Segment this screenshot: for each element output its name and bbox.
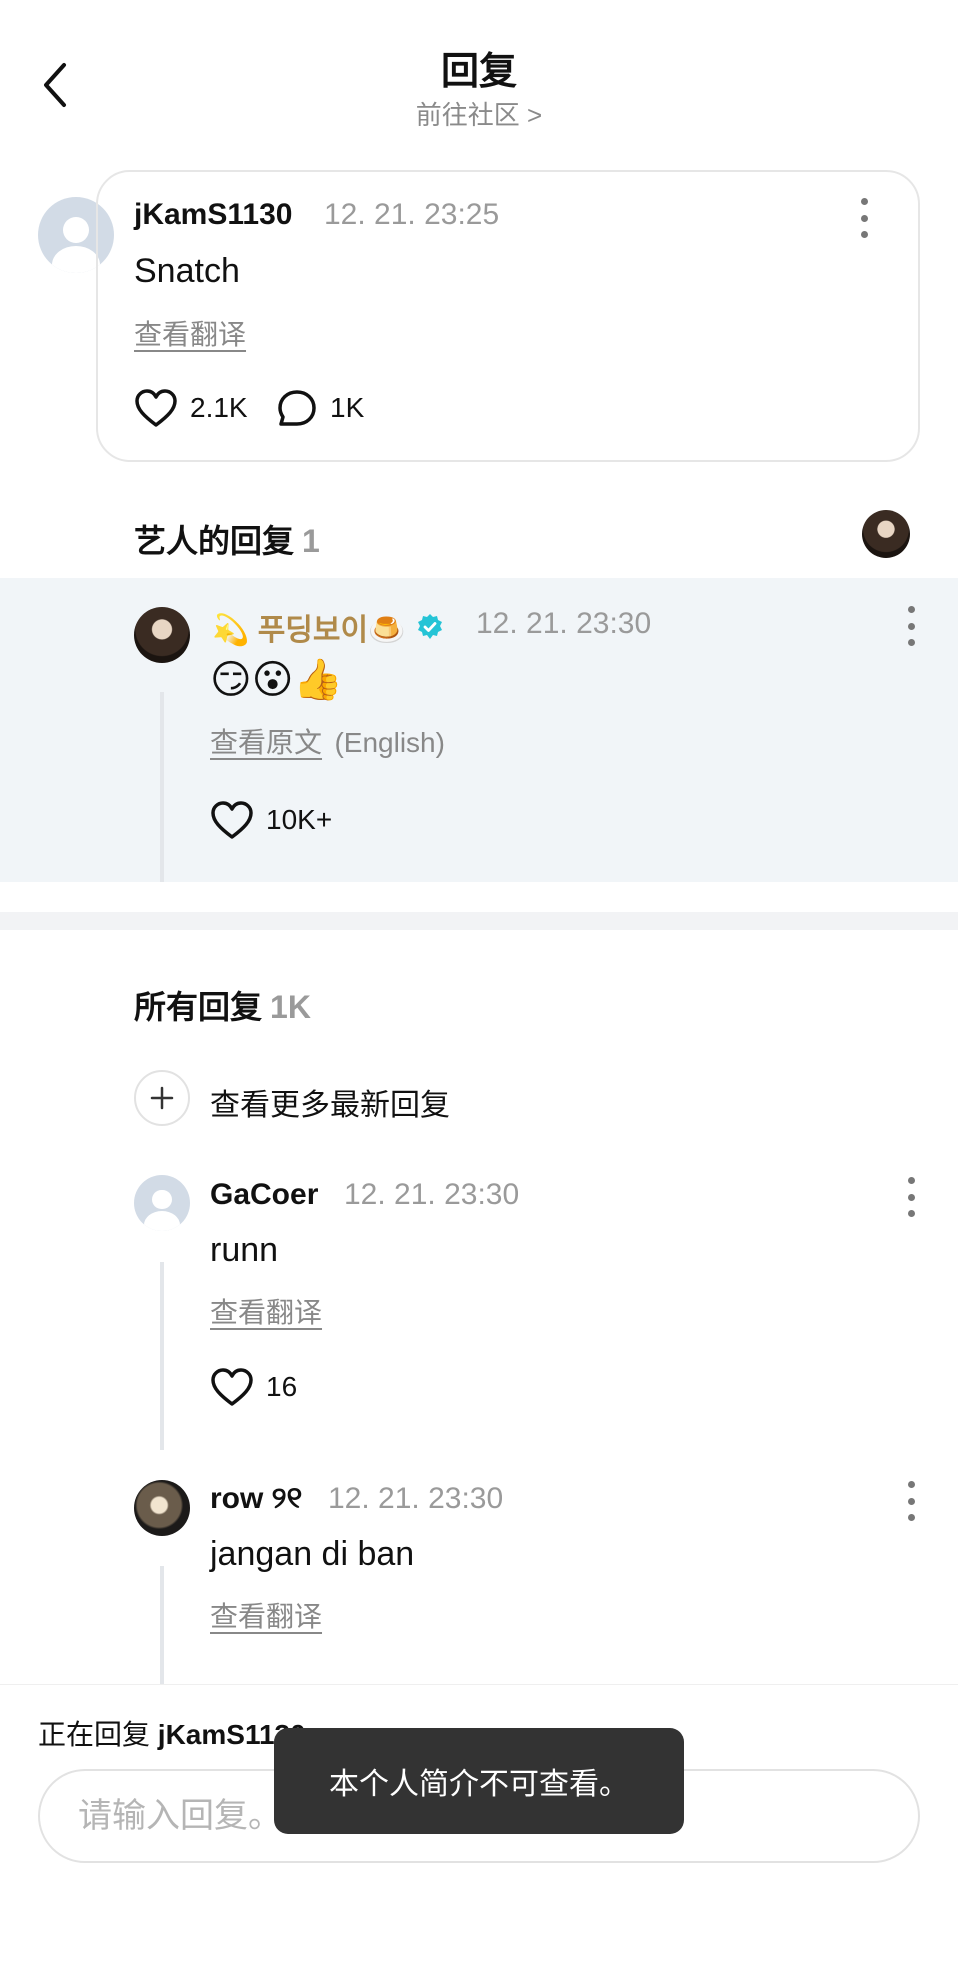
original-language: (English)	[334, 727, 445, 758]
reply-text: jangan di ban	[210, 1535, 415, 1573]
reply-count: 1K	[330, 392, 365, 423]
reply-username[interactable]: row ୨୧	[210, 1482, 302, 1516]
view-original-link[interactable]: 查看原文	[210, 727, 322, 758]
all-replies-count: 1K	[270, 989, 311, 1025]
view-translation-link[interactable]: 查看翻译	[210, 1291, 322, 1331]
verified-badge-icon	[418, 614, 443, 639]
comment-text: Snatch	[134, 252, 240, 290]
header: 回复 前往社区 >	[0, 0, 958, 150]
reply-timestamp: 12. 21. 23:30	[344, 1178, 520, 1211]
artist-avatar[interactable]	[134, 607, 190, 663]
page-title: 回复	[440, 51, 517, 93]
thread-line	[160, 1262, 164, 1450]
view-translation-link[interactable]: 查看翻译	[210, 1595, 322, 1635]
more-options-button[interactable]	[899, 1177, 923, 1217]
artist-avatar-small[interactable]	[862, 510, 910, 558]
load-more-replies-button[interactable]	[134, 1070, 190, 1126]
like-button[interactable]: 16	[210, 1367, 297, 1407]
avatar[interactable]	[134, 1480, 190, 1536]
reply-text: runn	[210, 1231, 279, 1269]
avatar[interactable]	[134, 1175, 190, 1231]
like-count: 16	[266, 1371, 298, 1402]
view-translation-link[interactable]: 查看翻译	[134, 313, 246, 353]
artist-replies-title: 艺人的回复 1	[134, 523, 320, 559]
more-options-button[interactable]	[899, 1481, 923, 1521]
like-button[interactable]: 2.1K	[134, 388, 248, 428]
like-button[interactable]: 10K+	[210, 800, 332, 840]
comment-timestamp: 12. 21. 23:25	[324, 198, 500, 231]
heart-icon	[211, 1368, 253, 1406]
section-divider	[0, 912, 958, 930]
reply-username[interactable]: GaCoer	[210, 1178, 318, 1212]
plus-icon	[150, 1086, 174, 1110]
artist-reply-emojis: 😏😮👍	[210, 658, 344, 702]
toast-message: 本个人简介不可查看。	[274, 1728, 684, 1834]
replying-to-label: 正在回复 jKamS1130	[38, 1719, 306, 1750]
thread-line	[160, 1566, 164, 1684]
artist-name[interactable]: 💫 푸딩보이🍮	[212, 605, 445, 649]
artist-reply-timestamp: 12. 21. 23:30	[476, 607, 652, 640]
comment-bubble-icon	[278, 390, 316, 426]
reply-timestamp: 12. 21. 23:30	[328, 1482, 504, 1515]
all-replies-title: 所有回复 1K	[134, 989, 311, 1025]
like-count: 2.1K	[190, 392, 248, 423]
heart-icon	[135, 389, 177, 427]
reply-count-button[interactable]: 1K	[276, 388, 364, 428]
load-more-replies-label[interactable]: 查看更多最新回复	[210, 1080, 450, 1124]
more-options-button[interactable]	[852, 198, 876, 238]
more-options-button[interactable]	[899, 606, 923, 646]
artist-replies-count: 1	[302, 523, 320, 559]
comment-username[interactable]: jKamS1130	[134, 198, 292, 232]
heart-icon	[211, 801, 253, 839]
thread-line	[160, 692, 164, 882]
like-count: 10K+	[266, 804, 333, 835]
go-to-community-link[interactable]: 前往社区 >	[0, 95, 958, 132]
view-original-row: 查看原文 (English)	[210, 721, 445, 761]
